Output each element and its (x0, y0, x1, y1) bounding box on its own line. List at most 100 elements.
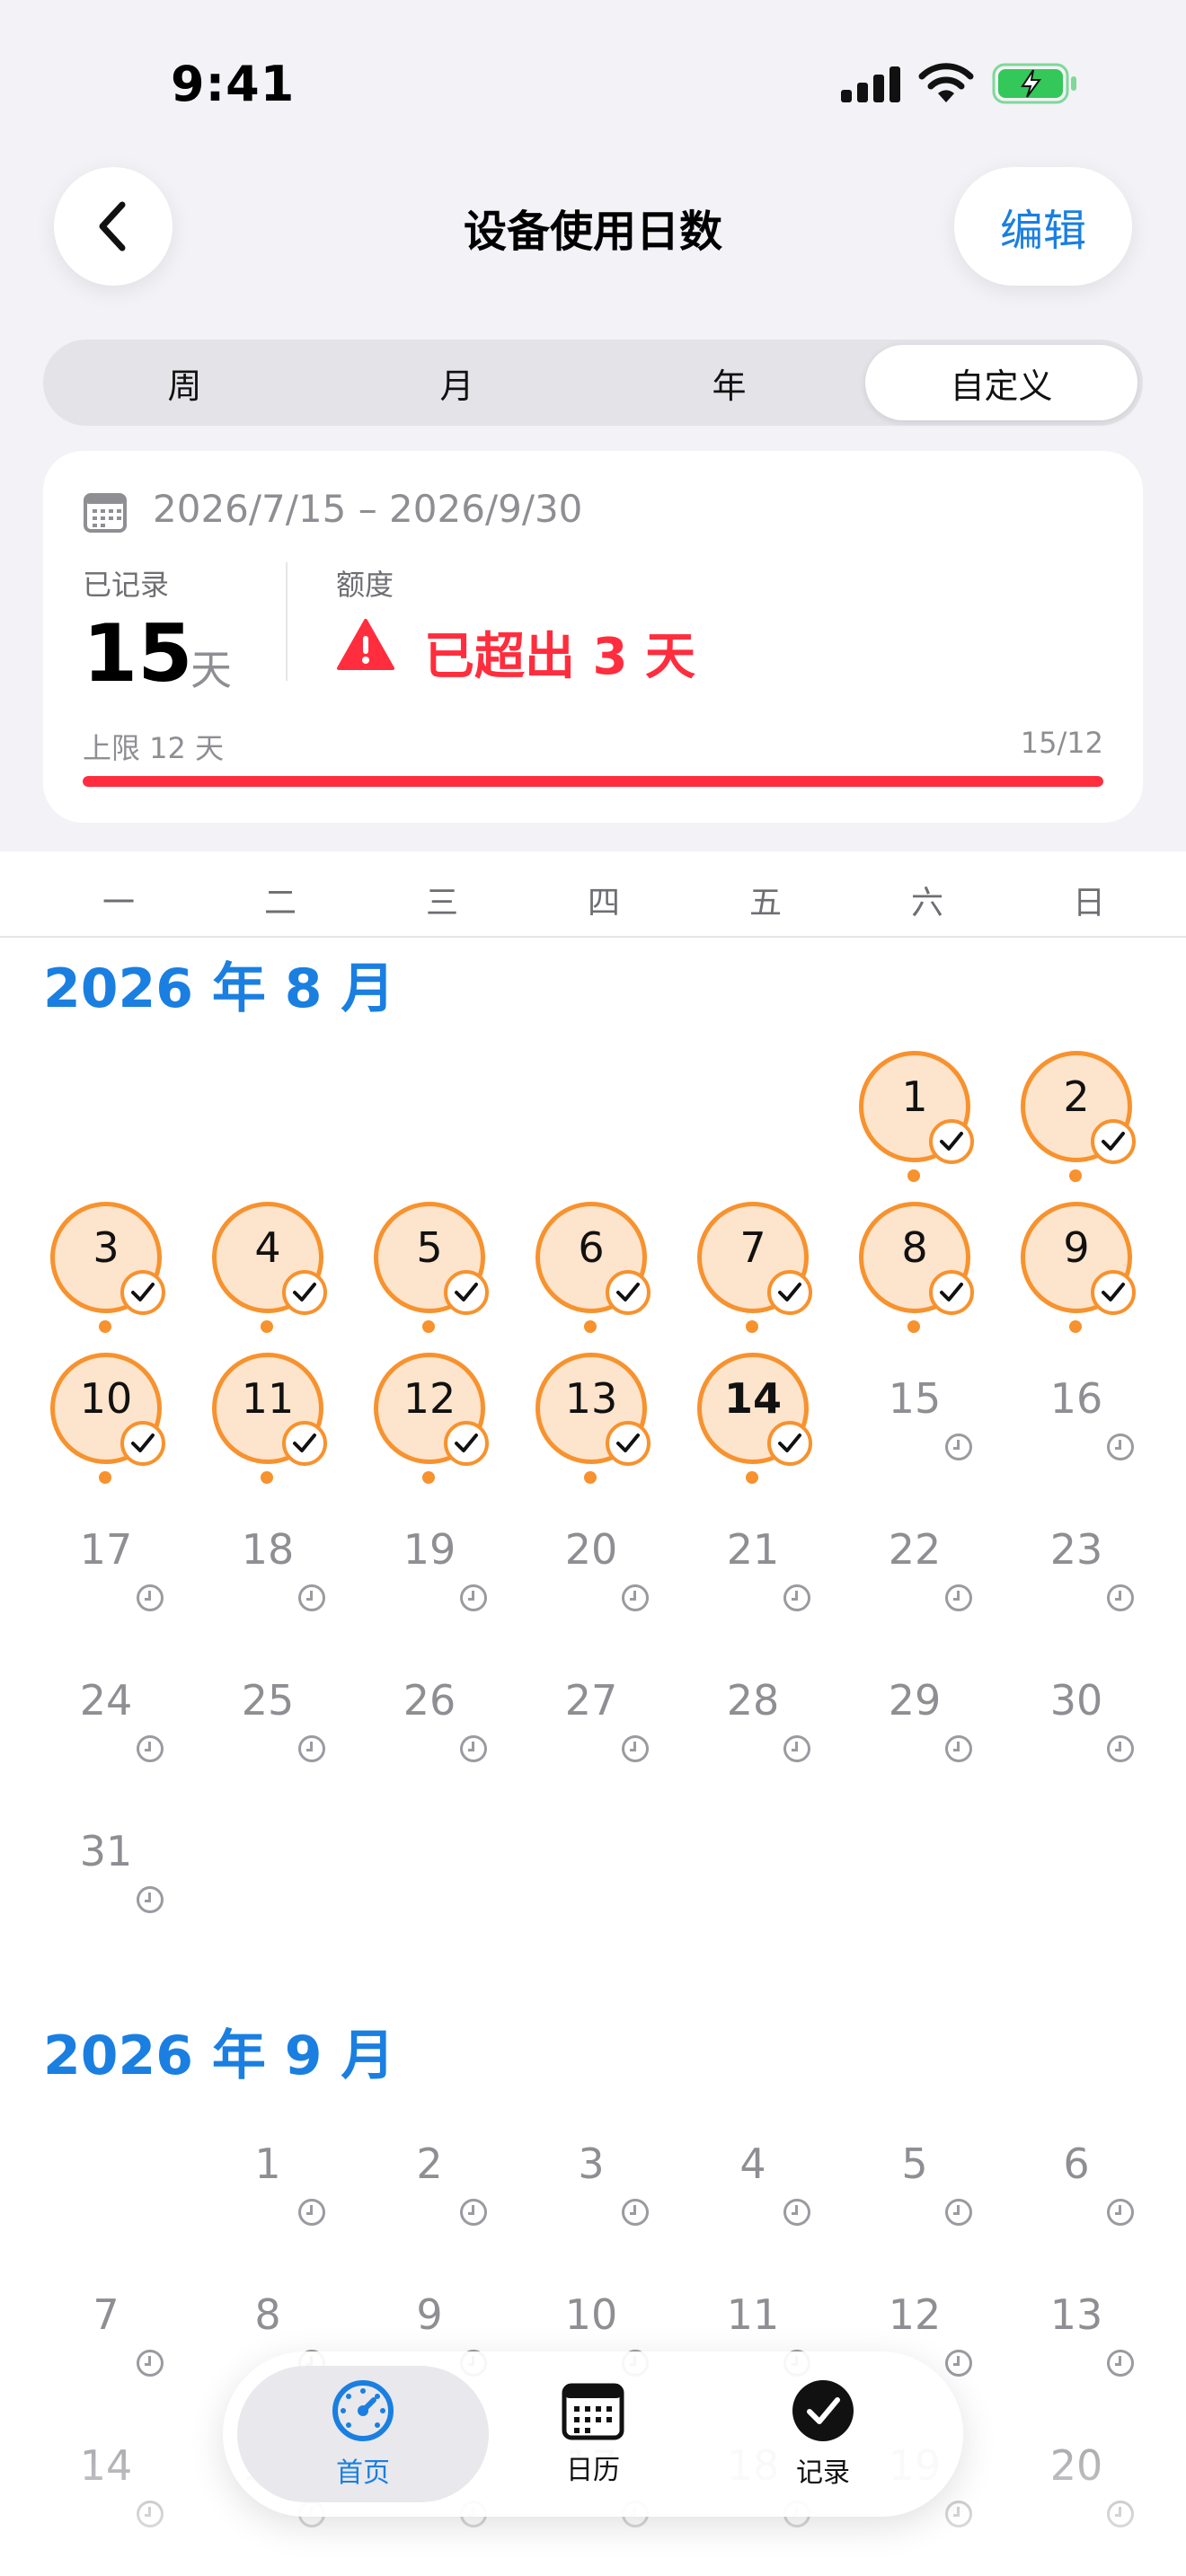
day-cell[interactable]: 25 (185, 1638, 347, 1782)
clock-icon (945, 2199, 972, 2226)
day-cell[interactable]: 19 (347, 1487, 509, 1631)
day-number: 2 (416, 2139, 443, 2188)
day-cell[interactable]: 29 (832, 1638, 994, 1782)
day-number: 22 (888, 1525, 942, 1574)
day-cell[interactable]: 16 (994, 1337, 1155, 1480)
usage-ratio: 15/12 (1020, 726, 1103, 760)
day-cell[interactable]: 30 (994, 1638, 1155, 1782)
edit-button[interactable]: 编辑 (954, 167, 1132, 286)
day-cell-logged[interactable]: 3 (23, 1186, 185, 1333)
logged-dot (99, 1320, 111, 1333)
gauge-icon (332, 2380, 394, 2441)
day-cell[interactable]: 28 (670, 1638, 832, 1782)
status-time: 9:41 (171, 56, 296, 112)
segment-month[interactable]: 月 (321, 345, 593, 420)
day-cell-logged[interactable]: 13 (509, 1337, 670, 1484)
checkmark-icon (767, 1270, 812, 1315)
day-cell-logged[interactable]: 8 (832, 1186, 994, 1333)
recorded-unit: 天 (190, 646, 232, 694)
clock-icon (460, 1584, 487, 1611)
day-cell[interactable]: 23 (994, 1487, 1155, 1631)
tab-calendar[interactable]: 日历 (467, 2366, 719, 2502)
chevron-left-icon (99, 201, 126, 251)
day-number: 2 (1063, 1072, 1090, 1121)
day-number: 17 (79, 1525, 133, 1574)
day-cell-logged[interactable]: 14 (670, 1337, 832, 1484)
weekday-label: 一 (102, 885, 135, 922)
day-number: 21 (726, 1525, 780, 1574)
tab-home[interactable]: 首页 (237, 2366, 489, 2502)
day-number: 26 (403, 1676, 456, 1725)
checkmark-icon (1091, 1270, 1136, 1315)
calendar-view: 一二三四五六日 2026 年 8 月 1 2 3 4 5 6 7 8 9 10 11 12 13 14 15 1… (0, 851, 1186, 2576)
day-number: 23 (1049, 1525, 1103, 1574)
day-number: 20 (564, 1525, 618, 1574)
day-number: 14 (723, 1374, 782, 1423)
day-cell-logged[interactable]: 5 (347, 1186, 509, 1333)
day-cell-logged[interactable]: 11 (185, 1337, 347, 1484)
day-cell[interactable]: 3 (509, 2102, 670, 2245)
day-cell-logged[interactable]: 12 (347, 1337, 509, 1484)
battery-charging-icon (992, 63, 1076, 104)
day-cell[interactable]: 17 (23, 1487, 185, 1631)
checkmark-icon (929, 1119, 974, 1164)
day-cell[interactable]: 6 (994, 2102, 1155, 2245)
tab-records-label: 记录 (796, 2457, 850, 2489)
day-cell[interactable]: 15 (832, 1337, 994, 1480)
day-cell[interactable]: 2 (347, 2102, 509, 2245)
checkmark-circle-icon (792, 2380, 854, 2441)
segment-week[interactable]: 周 (49, 345, 321, 420)
day-number: 9 (416, 2290, 443, 2339)
calendar-icon (84, 493, 127, 533)
checkmark-icon (282, 1270, 327, 1315)
day-cell[interactable]: 27 (509, 1638, 670, 1782)
calendar-icon (562, 2383, 624, 2440)
day-cell[interactable]: 7 (23, 2253, 185, 2396)
day-cell[interactable]: 13 (994, 2253, 1155, 2396)
day-cell-logged[interactable]: 4 (185, 1186, 347, 1333)
day-cell[interactable]: 26 (347, 1638, 509, 1782)
weekday-label: 六 (910, 885, 943, 922)
page-title: 设备使用日数 (463, 207, 722, 257)
segment-year[interactable]: 年 (593, 345, 865, 420)
day-cell[interactable]: 22 (832, 1487, 994, 1631)
day-cell[interactable]: 1 (185, 2102, 347, 2245)
day-number: 11 (241, 1374, 295, 1423)
day-cell-logged[interactable]: 7 (670, 1186, 832, 1333)
day-cell[interactable]: 20 (509, 1487, 670, 1631)
segment-custom[interactable]: 自定义 (865, 345, 1137, 420)
day-number: 15 (888, 1374, 942, 1423)
tab-records[interactable]: 记录 (697, 2366, 949, 2502)
day-cell-logged[interactable]: 2 (994, 1035, 1155, 1182)
day-cell[interactable]: 5 (832, 2102, 994, 2245)
day-cell[interactable]: 31 (23, 1789, 185, 1933)
clock-icon (622, 2199, 649, 2226)
tab-home-label: 首页 (336, 2457, 390, 2489)
date-range[interactable]: 2026/7/15 – 2026/9/30 (153, 487, 582, 531)
day-cell-logged[interactable]: 6 (509, 1186, 670, 1333)
logged-dot (422, 1320, 435, 1333)
day-number: 1 (901, 1072, 928, 1121)
day-cell[interactable]: 18 (185, 1487, 347, 1631)
clock-icon (1107, 1584, 1134, 1611)
day-number: 29 (888, 1676, 942, 1725)
day-cell-logged[interactable]: 1 (832, 1035, 994, 1182)
day-cell-logged[interactable]: 10 (23, 1337, 185, 1484)
back-button[interactable] (54, 167, 173, 286)
logged-dot (584, 1471, 597, 1484)
day-cell[interactable]: 24 (23, 1638, 185, 1782)
day-cell-logged[interactable]: 9 (994, 1186, 1155, 1333)
day-number: 6 (1063, 2139, 1090, 2188)
clock-icon (783, 2199, 810, 2226)
clock-icon (137, 1886, 164, 1913)
day-number: 7 (93, 2290, 119, 2339)
checkmark-icon (444, 1421, 489, 1466)
day-number: 31 (79, 1827, 133, 1875)
checkmark-icon (444, 1270, 489, 1315)
clock-icon (298, 1735, 325, 1762)
day-cell[interactable]: 4 (670, 2102, 832, 2245)
logged-dot (261, 1471, 273, 1484)
day-number: 12 (403, 1374, 456, 1423)
day-cell[interactable]: 21 (670, 1487, 832, 1631)
day-number: 13 (1049, 2290, 1103, 2339)
